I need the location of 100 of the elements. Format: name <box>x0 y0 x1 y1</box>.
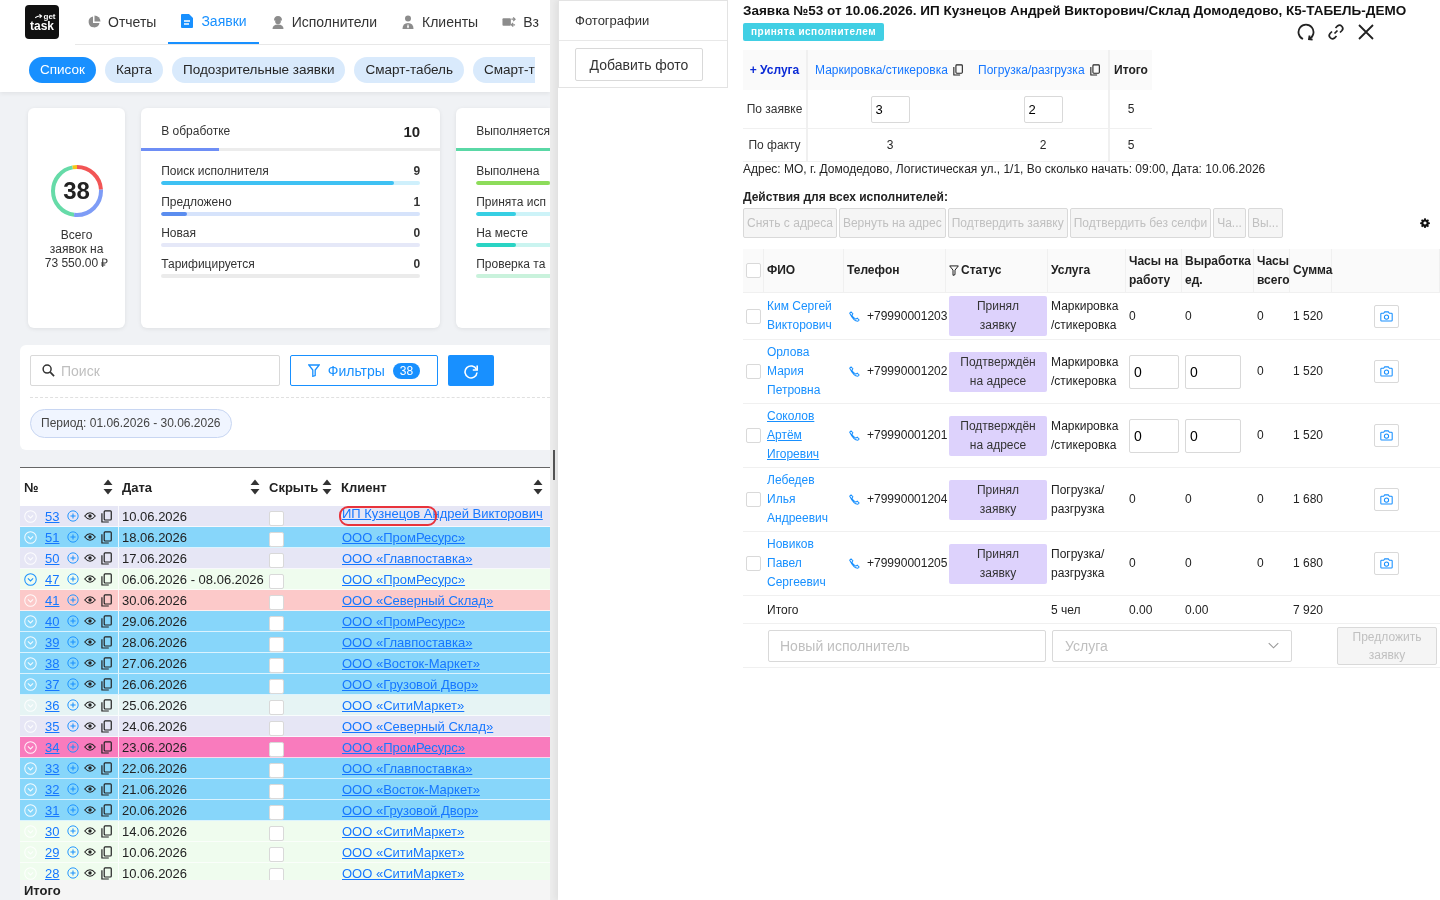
order-row[interactable]: 35 24.06.2026 ООО «Северный Склад» <box>20 716 550 737</box>
order-row[interactable]: 36 25.06.2026 ООО «СитиМаркет» <box>20 695 550 716</box>
plus-circle-icon[interactable] <box>67 531 79 543</box>
eye-icon[interactable] <box>84 762 96 774</box>
client-link[interactable]: ООО «Главпоставка» <box>342 550 473 566</box>
hide-checkbox[interactable] <box>269 720 284 736</box>
add-photo-button[interactable]: Добавить фото <box>575 48 703 81</box>
order-row[interactable]: 51 18.06.2026 ООО «ПромРесурс» <box>20 527 550 548</box>
client-link[interactable]: ООО «ПромРесурс» <box>342 571 466 587</box>
phone-icon[interactable] <box>849 366 860 377</box>
plus-circle-icon[interactable] <box>67 573 79 585</box>
sort-icon[interactable] <box>103 479 113 495</box>
order-row[interactable]: 50 17.06.2026 ООО «Главпоставка» <box>20 548 550 569</box>
row-checkbox[interactable] <box>746 428 761 443</box>
camera-button[interactable] <box>1373 552 1399 575</box>
eye-icon[interactable] <box>84 573 96 585</box>
sort-icon[interactable] <box>250 479 260 495</box>
copy-icon[interactable] <box>101 572 112 586</box>
phone-icon[interactable] <box>849 430 860 441</box>
copy-icon[interactable] <box>101 530 112 544</box>
order-number-link[interactable]: 30 <box>45 823 62 839</box>
hide-checkbox[interactable] <box>269 825 284 841</box>
output-input[interactable]: 0 <box>1185 354 1241 389</box>
copy-icon[interactable] <box>101 593 112 607</box>
output-input[interactable]: 0 <box>1185 418 1241 453</box>
plus-circle-icon[interactable] <box>67 867 79 879</box>
link-icon[interactable] <box>1327 22 1345 41</box>
eye-icon[interactable] <box>84 699 96 711</box>
order-row[interactable]: 38 27.06.2026 ООО «Восток-Маркет» <box>20 653 550 674</box>
quantity-input[interactable]: 3 <box>870 95 910 123</box>
eye-icon[interactable] <box>84 846 96 858</box>
copy-icon[interactable] <box>1089 64 1100 76</box>
hide-checkbox[interactable] <box>269 867 284 880</box>
order-number-link[interactable]: 47 <box>45 571 62 587</box>
hide-checkbox[interactable] <box>269 678 284 694</box>
logo[interactable]: get task <box>25 5 59 39</box>
eye-icon[interactable] <box>84 552 96 564</box>
client-link[interactable]: ООО «Северный Склад» <box>342 718 494 734</box>
phone-icon[interactable] <box>849 558 860 569</box>
eye-icon[interactable] <box>84 783 96 795</box>
client-link[interactable]: ООО «СитиМаркет» <box>342 823 465 839</box>
view-tab[interactable]: Смарт-т <box>473 57 535 83</box>
service-link[interactable]: Погрузка/разгрузка <box>978 63 1085 77</box>
nav-tab[interactable]: Заявки <box>168 0 259 44</box>
plus-circle-icon[interactable] <box>67 741 79 753</box>
plus-circle-icon[interactable] <box>67 783 79 795</box>
camera-button[interactable] <box>1373 304 1399 328</box>
order-number-link[interactable]: 53 <box>45 508 62 524</box>
order-number-link[interactable]: 41 <box>45 592 62 608</box>
plus-circle-icon[interactable] <box>67 510 79 522</box>
order-number-link[interactable]: 40 <box>45 613 62 629</box>
order-number-link[interactable]: 38 <box>45 655 62 671</box>
eye-icon[interactable] <box>84 741 96 753</box>
order-row[interactable]: 40 29.06.2026 ООО «ПромРесурс» <box>20 611 550 632</box>
nav-tab[interactable]: Отчеты <box>75 0 169 44</box>
view-tab[interactable]: Карта <box>104 57 164 83</box>
eye-icon[interactable] <box>84 867 96 879</box>
hide-checkbox[interactable] <box>269 636 284 652</box>
hide-checkbox[interactable] <box>269 741 284 757</box>
period-chip[interactable]: Период: 01.06.2026 - 30.06.2026 <box>30 409 232 438</box>
select-all-checkbox[interactable] <box>746 263 761 278</box>
copy-icon[interactable] <box>952 64 963 76</box>
order-row[interactable]: 29 10.06.2026 ООО «СитиМаркет» <box>20 842 550 863</box>
settings-icon[interactable] <box>1420 218 1430 228</box>
order-number-link[interactable]: 32 <box>45 781 62 797</box>
copy-icon[interactable] <box>101 845 112 859</box>
hide-checkbox[interactable] <box>269 510 284 526</box>
add-service-link[interactable]: + Услуга <box>749 63 800 77</box>
copy-icon[interactable] <box>101 614 112 628</box>
client-link[interactable]: ООО «Северный Склад» <box>342 592 494 608</box>
hide-checkbox[interactable] <box>269 762 284 778</box>
order-row[interactable]: 37 26.06.2026 ООО «Грузовой Двор» <box>20 674 550 695</box>
copy-icon[interactable] <box>101 635 112 649</box>
worker-name-link[interactable]: Новиков Павел Сергеевич <box>767 535 844 592</box>
plus-circle-icon[interactable] <box>67 720 79 732</box>
view-tab[interactable]: Смарт-табель <box>354 57 464 83</box>
phone-icon[interactable] <box>849 310 860 322</box>
order-row[interactable]: 28 10.06.2026 ООО «СитиМаркет» <box>20 863 550 880</box>
hide-checkbox[interactable] <box>269 531 284 547</box>
refresh-icon[interactable] <box>1297 22 1315 41</box>
hide-checkbox[interactable] <box>269 552 284 568</box>
client-link[interactable]: ООО «Грузовой Двор» <box>342 802 479 818</box>
eye-icon[interactable] <box>84 804 96 816</box>
eye-icon[interactable] <box>84 720 96 732</box>
order-number-link[interactable]: 36 <box>45 697 62 713</box>
row-checkbox[interactable] <box>746 556 761 571</box>
order-number-link[interactable]: 35 <box>45 718 62 734</box>
order-row[interactable]: 32 21.06.2026 ООО «Восток-Маркет» <box>20 779 550 800</box>
worker-name-link[interactable]: Лебедев Илья Андреевич <box>767 471 844 528</box>
plus-circle-icon[interactable] <box>67 636 79 648</box>
order-row[interactable]: 31 20.06.2026 ООО «Грузовой Двор» <box>20 800 550 821</box>
hide-checkbox[interactable] <box>269 657 284 673</box>
client-link[interactable]: ООО «Восток-Маркет» <box>342 655 480 671</box>
copy-icon[interactable] <box>101 824 112 838</box>
plus-circle-icon[interactable] <box>67 657 79 669</box>
worker-name-link[interactable]: Орлова Мария Петровна <box>767 343 844 400</box>
copy-icon[interactable] <box>101 698 112 712</box>
eye-icon[interactable] <box>84 636 96 648</box>
copy-icon[interactable] <box>101 719 112 733</box>
camera-button[interactable] <box>1373 488 1399 511</box>
